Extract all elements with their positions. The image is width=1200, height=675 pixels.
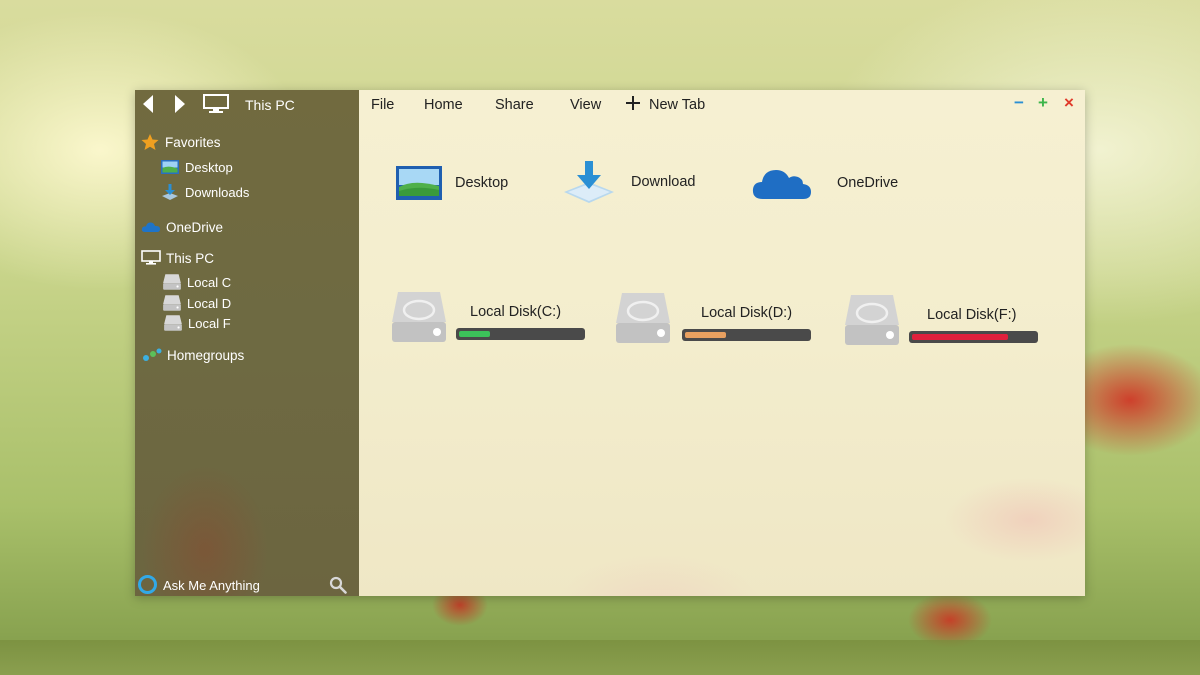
new-tab-button[interactable]: New Tab — [649, 97, 705, 113]
desktop-picture-icon — [396, 166, 442, 200]
computer-icon — [203, 94, 229, 113]
sidebar-item-label: OneDrive — [166, 219, 224, 235]
hard-drive-icon — [616, 293, 670, 343]
sidebar-item-label: This PC — [166, 250, 215, 266]
sidebar-item-local-d[interactable]: Local D — [162, 294, 231, 312]
search-prompt[interactable]: Ask Me Anything — [163, 578, 260, 593]
sidebar-item-label: Local C — [187, 274, 232, 290]
hard-drive-icon — [392, 292, 446, 342]
sidebar-item-onedrive[interactable]: OneDrive — [141, 218, 223, 236]
drive-usage-bar — [682, 329, 811, 341]
star-icon — [141, 134, 159, 150]
sidebar-item-label: Favorites — [165, 134, 221, 150]
drive-usage-bar — [909, 331, 1038, 343]
drive-label: Local Disk(F:) — [927, 307, 1017, 323]
sidebar-item-this-pc[interactable]: This PC — [141, 249, 214, 267]
drive-usage-bar — [456, 328, 585, 340]
quick-access-download[interactable]: Download — [562, 160, 696, 204]
desktop-wallpaper-strip — [0, 640, 1200, 675]
hard-drive-icon — [845, 295, 899, 345]
menu-view[interactable]: View — [570, 97, 601, 113]
close-button[interactable]: × — [1064, 93, 1074, 113]
menu-home[interactable]: Home — [424, 97, 463, 113]
sidebar-item-label: Local F — [188, 315, 231, 331]
hard-drive-icon — [163, 274, 181, 290]
drive-f[interactable]: Local Disk(F:) — [843, 293, 1043, 353]
plus-icon[interactable] — [626, 96, 640, 110]
menu-share[interactable]: Share — [495, 97, 534, 113]
drive-label: Local Disk(D:) — [701, 305, 793, 321]
homegroup-icon — [143, 348, 162, 361]
cortana-icon[interactable] — [138, 575, 157, 594]
sidebar-item-label: Desktop — [185, 159, 233, 175]
sidebar-item-label: Downloads — [185, 184, 250, 200]
computer-icon — [141, 250, 161, 265]
drive-usage-fill — [912, 334, 1008, 340]
quick-access-label: OneDrive — [837, 175, 899, 191]
drive-label: Local Disk(C:) — [470, 304, 562, 320]
menu-file[interactable]: File — [371, 97, 394, 113]
onedrive-cloud-icon — [752, 170, 811, 199]
sidebar-item-label: Homegroups — [167, 347, 245, 363]
back-arrow-icon[interactable] — [141, 94, 155, 114]
forward-arrow-icon[interactable] — [173, 94, 187, 114]
download-arrow-icon — [564, 161, 614, 203]
location-title: This PC — [245, 97, 295, 113]
sidebar-item-label: Local D — [187, 295, 232, 311]
sidebar-item-local-c[interactable]: Local C — [162, 273, 231, 291]
sidebar-item-local-f[interactable]: Local F — [163, 314, 231, 332]
onedrive-cloud-icon — [141, 222, 160, 232]
maximize-button[interactable]: + — [1038, 93, 1048, 113]
sidebar-item-homegroups[interactable]: Homegroups — [142, 346, 244, 364]
hard-drive-icon — [164, 315, 182, 331]
hard-drive-icon — [163, 295, 181, 311]
quick-access-onedrive[interactable]: OneDrive — [751, 165, 898, 201]
search-icon[interactable] — [329, 576, 347, 594]
sidebar-item-favorites[interactable]: Favorites — [140, 133, 221, 151]
download-arrow-icon — [162, 184, 178, 200]
minimize-button[interactable]: − — [1014, 93, 1024, 113]
drive-d[interactable]: Local Disk(D:) — [614, 291, 814, 351]
sidebar-item-downloads[interactable]: Downloads — [160, 183, 249, 201]
navigation-pane: This PC Favorites Desktop Downloads OneD… — [135, 90, 359, 596]
drive-usage-fill — [459, 331, 490, 337]
drive-usage-fill — [685, 332, 726, 338]
quick-access-desktop[interactable]: Desktop — [395, 165, 508, 201]
quick-access-label: Download — [631, 174, 696, 190]
sidebar-item-desktop[interactable]: Desktop — [160, 158, 233, 176]
content-pane: File Home Share View New Tab − + × Deskt… — [359, 90, 1085, 596]
desktop-picture-icon — [161, 160, 179, 174]
file-explorer-window: This PC Favorites Desktop Downloads OneD… — [135, 90, 1085, 596]
drive-c[interactable]: Local Disk(C:) — [390, 290, 590, 350]
quick-access-label: Desktop — [455, 175, 509, 191]
